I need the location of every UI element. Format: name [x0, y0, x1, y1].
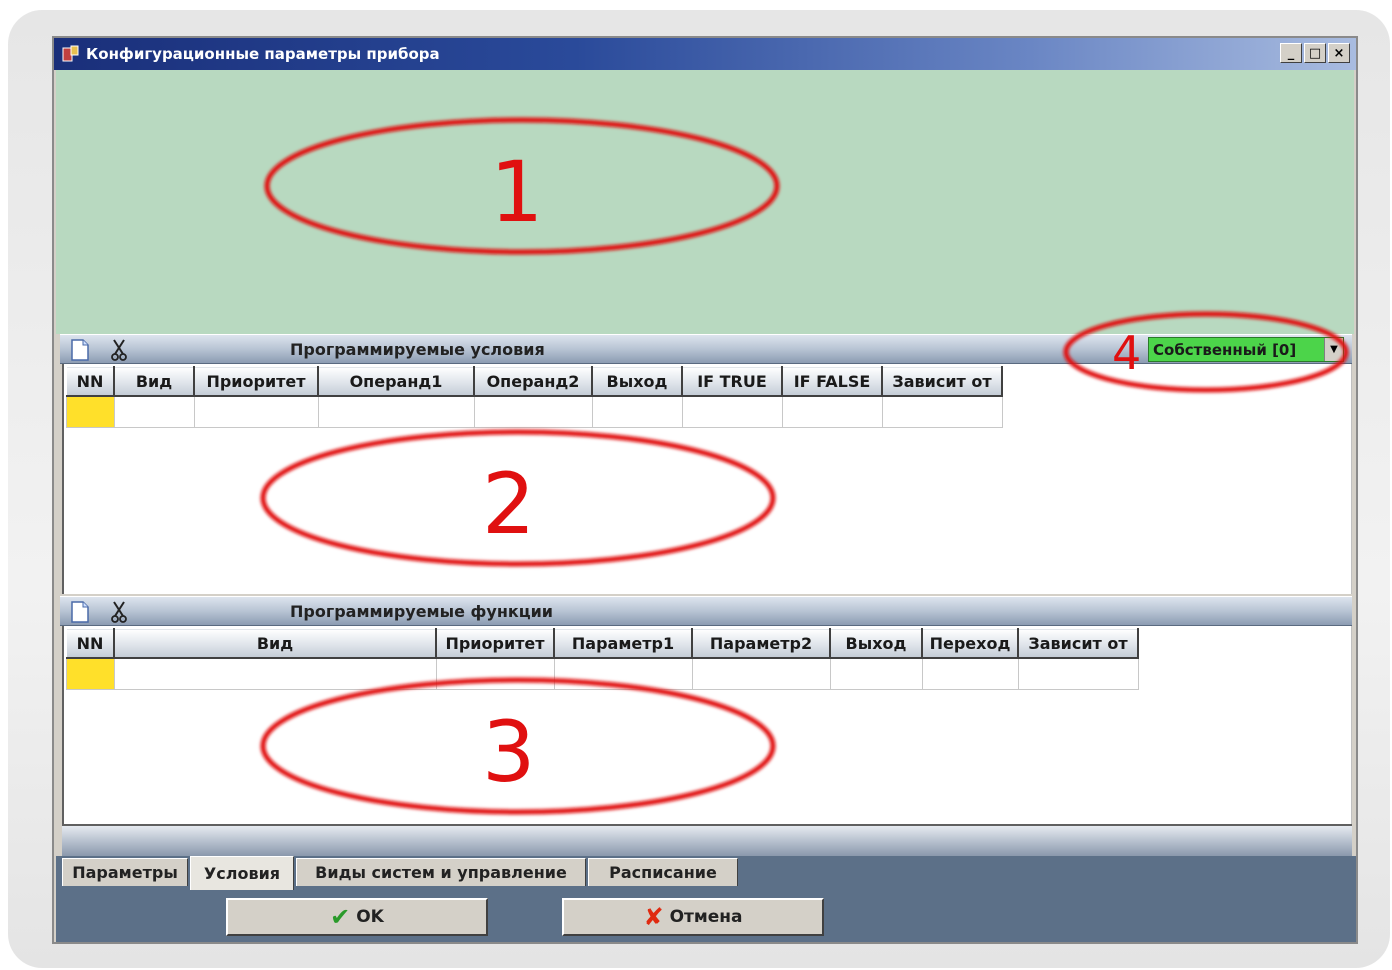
col-operand1[interactable]: Операнд1: [317, 366, 475, 397]
nn-cell[interactable]: [66, 395, 115, 428]
annotation-number-3: 3: [482, 703, 536, 801]
annotation-number-4: 4: [1112, 326, 1142, 380]
table-cell[interactable]: [473, 395, 593, 428]
scissors-icon[interactable]: [110, 339, 128, 365]
annotation-number-2: 2: [482, 455, 536, 553]
ok-button[interactable]: ✔ OK: [226, 898, 488, 936]
table-row[interactable]: [66, 395, 1003, 428]
conditions-table: NN Вид Приоритет Операнд1 Операнд2 Выход…: [66, 366, 1003, 428]
x-icon: ✘: [643, 903, 664, 931]
table-cell[interactable]: [829, 657, 923, 690]
window-title: Конфигурационные параметры прибора: [86, 45, 440, 63]
table-cell[interactable]: [781, 395, 883, 428]
conditions-grid: NN Вид Приоритет Операнд1 Операнд2 Выход…: [62, 364, 1352, 594]
functions-grid: NN Вид Приоритет Параметр1 Параметр2 Вых…: [62, 626, 1352, 824]
table-cell[interactable]: [591, 395, 683, 428]
col-depends-on[interactable]: Зависит от: [881, 366, 1003, 397]
maximize-button[interactable]: □: [1304, 43, 1326, 63]
cancel-label: Отмена: [669, 907, 743, 927]
functions-title: Программируемые функции: [290, 602, 554, 621]
table-cell[interactable]: [113, 657, 437, 690]
new-document-icon[interactable]: [70, 601, 90, 627]
table-cell[interactable]: [435, 657, 555, 690]
config-area: [56, 70, 1354, 334]
table-cell[interactable]: [921, 657, 1019, 690]
cancel-button[interactable]: ✘ Отмена: [562, 898, 824, 936]
col-param1[interactable]: Параметр1: [553, 628, 693, 659]
col-nn[interactable]: NN: [66, 366, 115, 397]
functions-header-row: NN Вид Приоритет Параметр1 Параметр2 Вых…: [66, 628, 1139, 659]
table-row[interactable]: [66, 657, 1139, 690]
table-cell[interactable]: [1017, 657, 1139, 690]
table-cell[interactable]: [691, 657, 831, 690]
conditions-header-row: NN Вид Приоритет Операнд1 Операнд2 Выход…: [66, 366, 1003, 397]
close-icon: ×: [1333, 45, 1345, 61]
tab-conditions[interactable]: Условия: [190, 856, 294, 890]
col-output[interactable]: Выход: [591, 366, 683, 397]
minimize-button[interactable]: _: [1280, 43, 1302, 63]
table-cell[interactable]: [881, 395, 1003, 428]
app-icon: [62, 45, 80, 63]
col-nn[interactable]: NN: [66, 628, 115, 659]
mode-select-value: Собственный [0]: [1153, 340, 1297, 359]
mode-select[interactable]: Собственный [0] ▼: [1148, 337, 1344, 362]
col-transition[interactable]: Переход: [921, 628, 1019, 659]
chevron-down-icon[interactable]: ▼: [1324, 338, 1343, 361]
tab-schedule[interactable]: Расписание: [588, 858, 738, 886]
table-cell[interactable]: [681, 395, 783, 428]
new-document-icon[interactable]: [70, 339, 90, 365]
title-bar[interactable]: Конфигурационные параметры прибора _ □ ×: [54, 38, 1356, 70]
scissors-icon[interactable]: [110, 601, 128, 627]
table-cell[interactable]: [193, 395, 319, 428]
status-bar: [62, 824, 1352, 856]
maximize-icon: □: [1308, 45, 1322, 61]
col-if-false[interactable]: IF FALSE: [781, 366, 883, 397]
col-type[interactable]: Вид: [113, 628, 437, 659]
nn-cell[interactable]: [66, 657, 115, 690]
annotation-number-1: 1: [490, 143, 544, 241]
col-output[interactable]: Выход: [829, 628, 923, 659]
col-param2[interactable]: Параметр2: [691, 628, 831, 659]
col-if-true[interactable]: IF TRUE: [681, 366, 783, 397]
conditions-header: Программируемые условия Собственный [0] …: [60, 334, 1352, 364]
check-icon: ✔: [330, 903, 351, 931]
functions-header: Программируемые функции: [60, 596, 1352, 626]
ok-label: OK: [356, 907, 384, 927]
col-priority[interactable]: Приоритет: [193, 366, 319, 397]
col-type[interactable]: Вид: [113, 366, 195, 397]
table-cell[interactable]: [317, 395, 475, 428]
tab-system-types[interactable]: Виды систем и управление: [296, 858, 586, 886]
tab-parameters[interactable]: Параметры: [62, 858, 188, 886]
col-priority[interactable]: Приоритет: [435, 628, 555, 659]
minimize-icon: _: [1287, 45, 1295, 61]
close-button[interactable]: ×: [1328, 43, 1350, 63]
col-depends-on[interactable]: Зависит от: [1017, 628, 1139, 659]
table-cell[interactable]: [113, 395, 195, 428]
col-operand2[interactable]: Операнд2: [473, 366, 593, 397]
conditions-title: Программируемые условия: [290, 340, 545, 359]
tab-strip: Параметры Условия Виды систем и управлен…: [56, 856, 1356, 890]
config-window: Конфигурационные параметры прибора _ □ ×…: [52, 36, 1358, 944]
table-cell[interactable]: [553, 657, 693, 690]
button-strip: ✔ OK ✘ Отмена: [56, 890, 1356, 942]
functions-table: NN Вид Приоритет Параметр1 Параметр2 Вых…: [66, 628, 1139, 690]
